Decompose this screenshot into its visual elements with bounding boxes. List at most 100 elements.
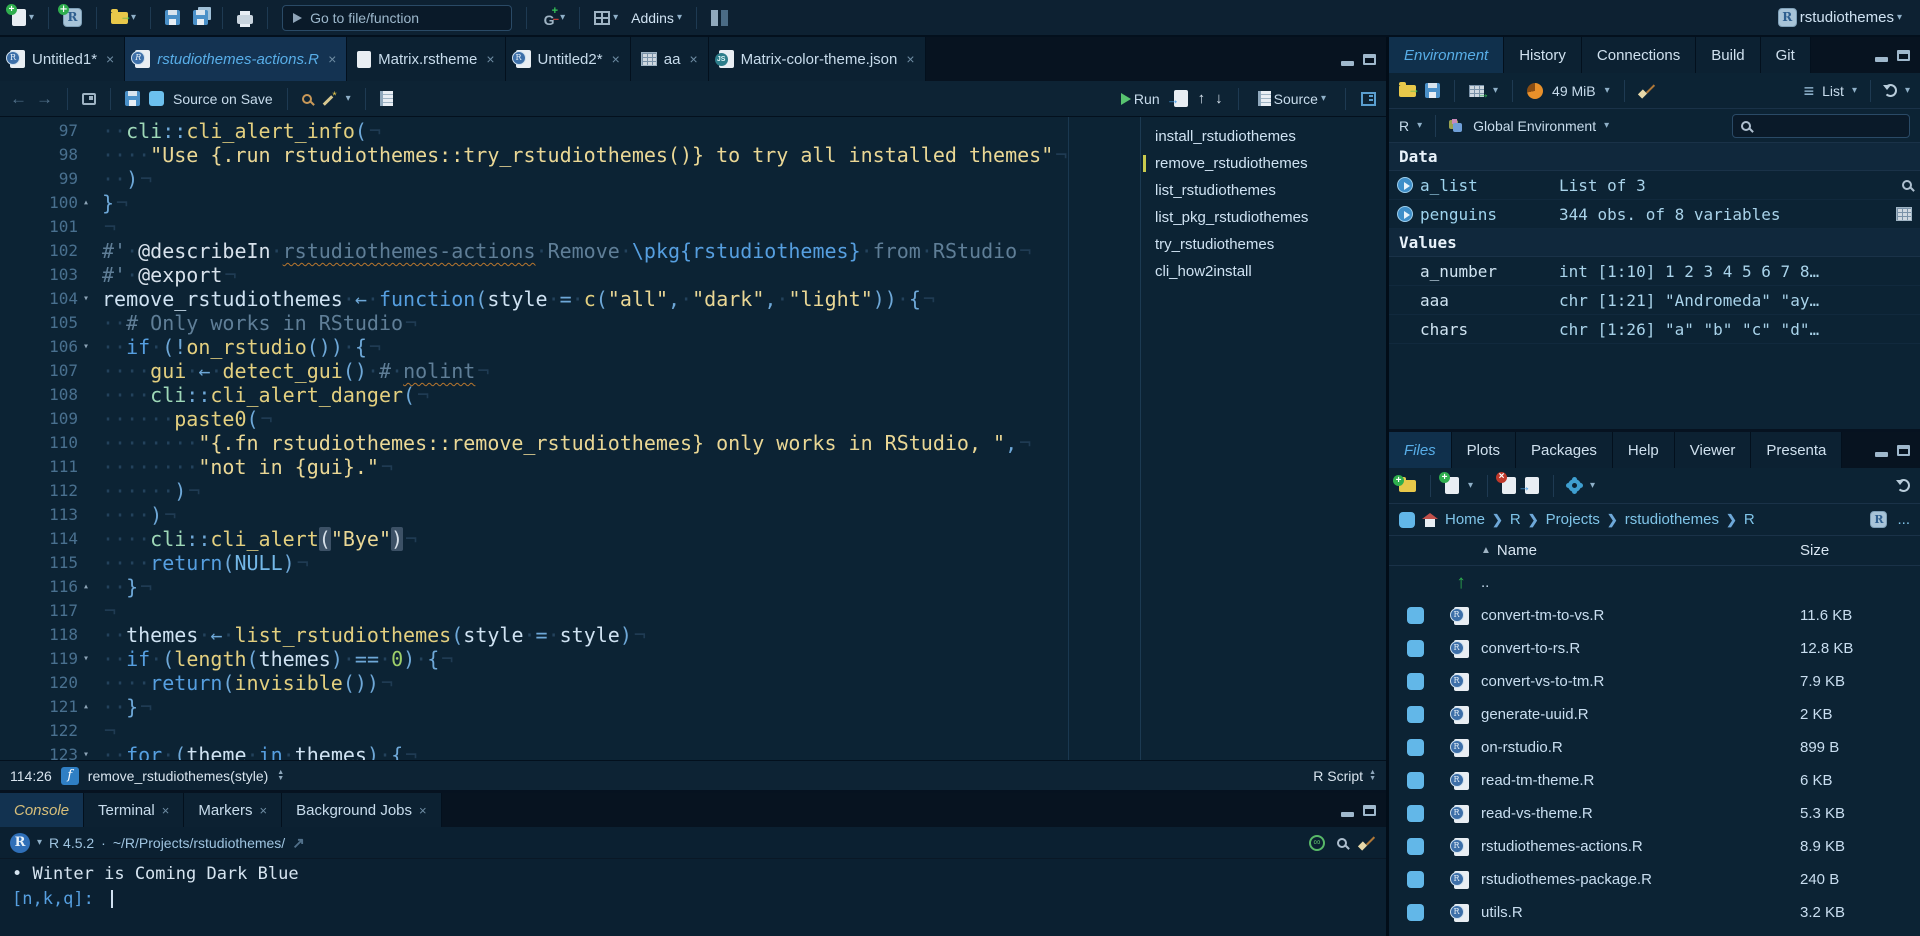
code-line[interactable]: 120····return(invisible())¬ [0,671,1140,695]
fold-marker-icon[interactable]: ▴ [78,695,94,719]
code-line[interactable]: 118··themes·←·list_rstudiothemes(style·=… [0,623,1140,647]
code-line[interactable]: 113····)¬ [0,503,1140,527]
code-line[interactable]: 114····cli::cli_alert("Bye")¬ [0,527,1140,551]
delete-file-icon[interactable] [1502,477,1516,494]
code-line[interactable]: 119▾··if·(length(themes)·==·0)·{¬ [0,647,1140,671]
code-line[interactable]: 98····"Use {.run rstudiothemes::try_rstu… [0,143,1140,167]
refresh-icon[interactable] [1884,84,1897,97]
code-line[interactable]: 106▾··if·(!on_rstudio())·{¬ [0,335,1140,359]
file-row[interactable]: convert-vs-to-tm.R7.9 KB [1389,665,1920,698]
size-column-header[interactable]: Size [1800,542,1920,559]
source-button[interactable]: Source▾ [1254,88,1330,110]
file-row[interactable]: rstudiothemes-actions.R8.9 KB [1389,830,1920,863]
tab-history[interactable]: History [1504,37,1582,73]
file-checkbox[interactable] [1407,739,1424,756]
env-row[interactable]: a_numberint [1:10] 1 2 3 4 5 6 7 8… [1389,257,1920,286]
code-line[interactable]: 100▴}¬ [0,191,1140,215]
editor-tab[interactable]: Untitled1*× [0,37,125,81]
tab-connections[interactable]: Connections [1582,37,1696,73]
outline-item[interactable]: try_rstudiothemes [1141,231,1386,258]
name-column-header[interactable]: ▲Name [1481,542,1800,559]
environment-search-input[interactable] [1732,114,1910,138]
new-blank-file-icon[interactable] [1445,477,1459,494]
tab-build[interactable]: Build [1696,37,1760,73]
close-icon[interactable]: × [328,51,336,67]
new-file-button[interactable]: ▾ [8,6,38,29]
file-checkbox[interactable] [1407,607,1424,624]
code-line[interactable]: 116▴··}¬ [0,575,1140,599]
file-row[interactable]: ↑.. [1389,566,1920,599]
code-line[interactable]: 110········"{.fn rstudiothemes::remove_r… [0,431,1140,455]
maximize-icon[interactable] [1897,50,1910,61]
workspace-panes-button[interactable]: ▾ [590,8,622,28]
view-table-icon[interactable] [1896,207,1912,221]
code-line[interactable]: 104▾remove_rstudiothemes·←·function(styl… [0,287,1140,311]
project-cube-icon[interactable]: R [1870,511,1887,528]
rerun-icon[interactable] [1174,90,1188,107]
document-outline-icon[interactable] [1361,92,1376,106]
goto-directory-icon[interactable]: ↗ [292,834,305,852]
file-row[interactable]: convert-tm-to-vs.R11.6 KB [1389,599,1920,632]
file-row[interactable]: on-rstudio.R899 B [1389,731,1920,764]
file-row[interactable]: read-vs-theme.R5.3 KB [1389,797,1920,830]
file-checkbox[interactable] [1407,904,1424,921]
file-checkbox[interactable] [1407,805,1424,822]
close-icon[interactable]: × [689,51,697,67]
code-line[interactable]: 108····cli::cli_alert_danger(¬ [0,383,1140,407]
open-in-window-icon[interactable] [82,93,96,105]
close-icon[interactable]: × [419,803,427,818]
home-icon[interactable] [1422,513,1438,527]
editor-tab[interactable]: Untitled2*× [506,37,631,81]
close-icon[interactable]: × [486,51,494,67]
editor-tab[interactable]: aa× [631,37,709,81]
tab-git[interactable]: Git [1761,37,1811,73]
tab-files[interactable]: Files [1389,432,1452,468]
file-checkbox[interactable] [1407,772,1424,789]
more-options-gear-icon[interactable] [1568,479,1581,492]
editor-tab[interactable]: Matrix.rstheme× [347,37,505,81]
code-line[interactable]: 99··)¬ [0,167,1140,191]
scope-selector[interactable]: Global Environment [1473,118,1596,134]
console-tab[interactable]: Terminal× [84,793,184,827]
file-checkbox[interactable] [1407,706,1424,723]
forward-icon[interactable]: → [36,90,53,107]
expand-object-icon[interactable] [1397,206,1413,222]
copy-file-icon[interactable] [1525,477,1539,494]
code-line[interactable]: 123▾··for·(theme·in·themes)·{¬ [0,743,1140,760]
find-replace-icon[interactable] [302,94,312,104]
file-checkbox[interactable] [1407,640,1424,657]
source-on-save-checkbox[interactable] [149,91,164,106]
file-row[interactable]: utils.R3.2 KB [1389,896,1920,929]
code-line[interactable]: 112······)¬ [0,479,1140,503]
editor-tab[interactable]: rstudiothemes-actions.R× [125,37,347,81]
memory-usage-label[interactable]: 49 MiB [1552,83,1596,99]
file-checkbox[interactable] [1407,838,1424,855]
file-row[interactable]: rstudiothemes-package.R240 B [1389,863,1920,896]
import-dataset-icon[interactable] [1469,85,1484,97]
minimize-icon[interactable] [1875,57,1888,62]
select-all-checkbox[interactable] [1399,512,1415,528]
env-row[interactable]: aaachr [1:21] "Andromeda" "ay… [1389,286,1920,315]
breadcrumb-item[interactable]: Projects [1546,511,1600,528]
maximize-icon[interactable] [1363,805,1376,816]
breadcrumb-item[interactable]: R [1744,511,1755,528]
r-logo-icon[interactable]: R [10,833,30,853]
working-directory[interactable]: ~/R/Projects/rstudiothemes/ [113,835,285,851]
code-line[interactable]: 103#'·@export¬ [0,263,1140,287]
new-project-button[interactable]: R [59,5,86,30]
save-workspace-icon[interactable] [1425,83,1440,98]
clear-console-icon[interactable] [1359,835,1376,850]
code-line[interactable]: 122¬ [0,719,1140,743]
close-icon[interactable]: × [106,51,114,67]
breadcrumb-item[interactable]: rstudiothemes [1625,511,1719,528]
outline-item[interactable]: install_rstudiothemes [1141,123,1386,150]
previous-section-icon[interactable]: ↑ [1198,90,1206,107]
editor-tab[interactable]: Matrix-color-theme.json× [709,37,926,81]
new-folder-icon[interactable] [1399,480,1416,492]
save-icon[interactable] [125,91,140,106]
fold-marker-icon[interactable]: ▾ [78,743,94,760]
minimize-icon[interactable] [1875,452,1888,457]
save-button[interactable] [161,7,184,28]
code-line[interactable]: 101¬ [0,215,1140,239]
expand-object-icon[interactable] [1397,177,1413,193]
